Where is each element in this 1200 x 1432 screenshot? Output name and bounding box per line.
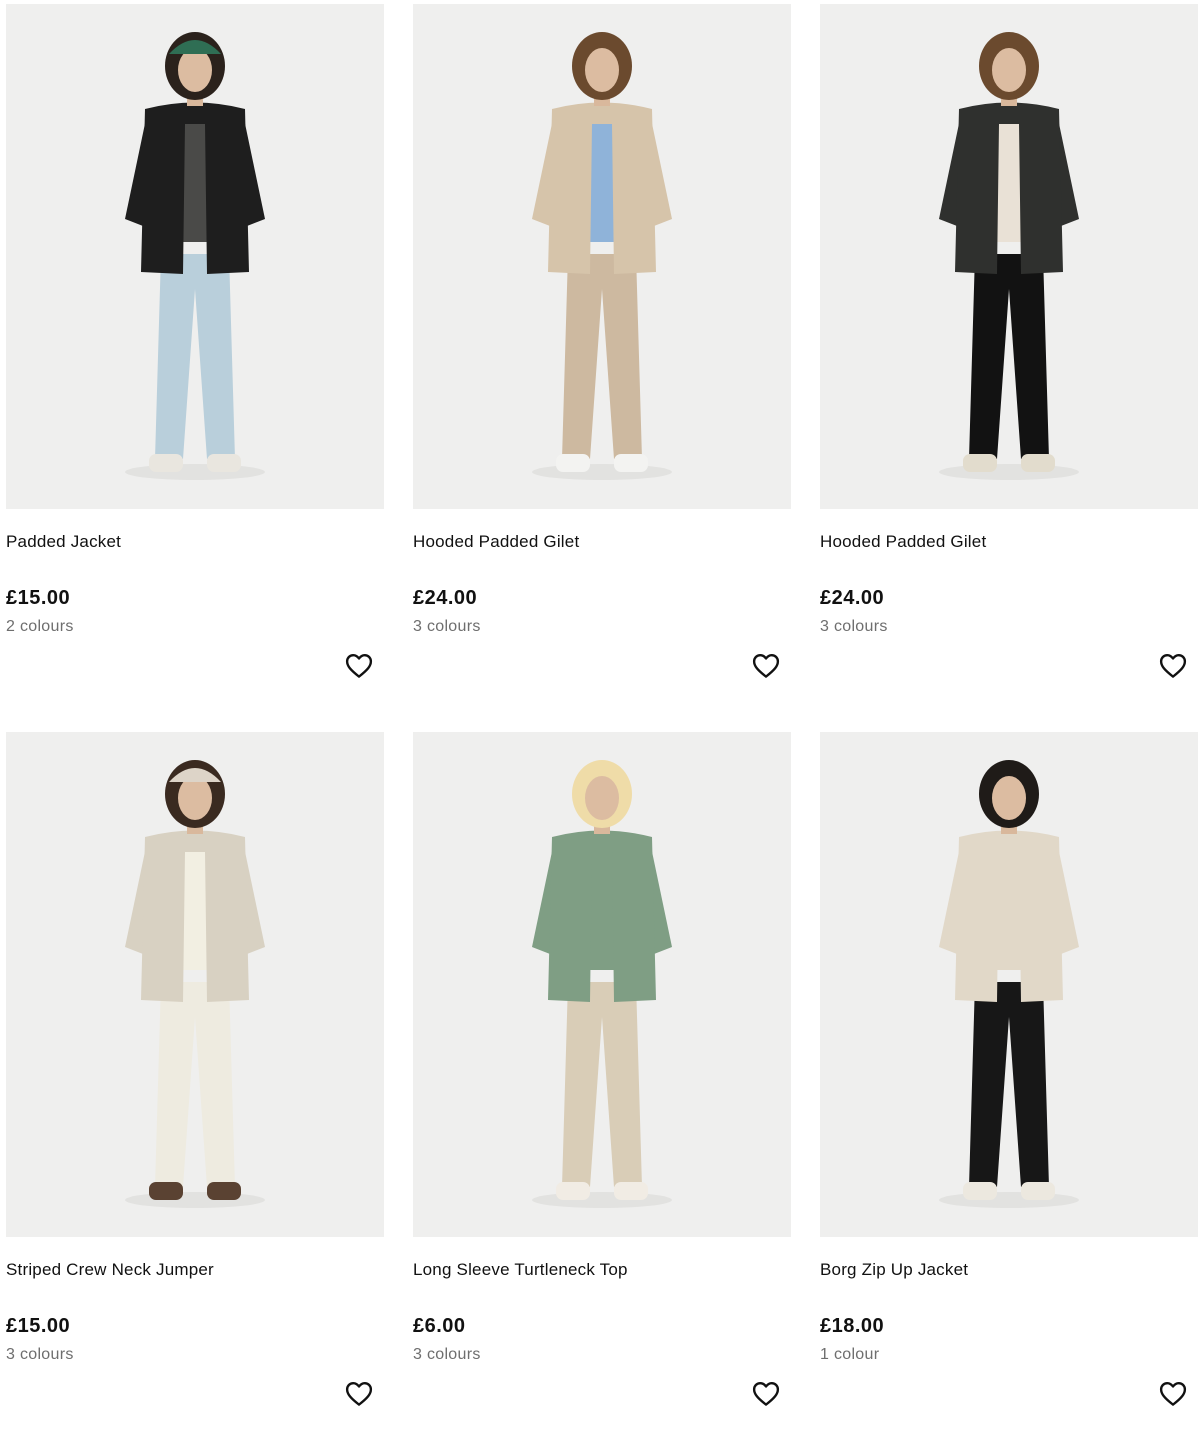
model-photo (532, 32, 672, 480)
product-image[interactable] (413, 4, 791, 509)
product-card[interactable]: Padded Jacket £15.00 2 colours (6, 4, 384, 704)
legs (155, 982, 235, 1187)
legs (562, 982, 642, 1187)
model-photo (939, 32, 1079, 480)
model-photo (532, 760, 672, 1208)
product-colours: 1 colour (820, 1346, 880, 1363)
product-name[interactable]: Striped Crew Neck Jumper (6, 1260, 214, 1280)
face (585, 48, 619, 92)
floor-shadow (939, 1192, 1079, 1208)
wishlist-button[interactable] (749, 1377, 783, 1411)
product-image[interactable] (413, 732, 791, 1237)
right-shoe (1021, 454, 1055, 472)
heart-outline-icon (752, 653, 780, 678)
product-colours: 2 colours (6, 618, 74, 635)
product-image[interactable] (6, 4, 384, 509)
floor-shadow (125, 464, 265, 480)
product-price: £18.00 (820, 1315, 885, 1337)
legs (969, 254, 1049, 459)
face (178, 48, 212, 92)
product-name[interactable]: Long Sleeve Turtleneck Top (413, 1260, 628, 1280)
product-image[interactable] (820, 732, 1198, 1237)
left-shoe (149, 1182, 183, 1200)
floor-shadow (125, 1192, 265, 1208)
face (992, 776, 1026, 820)
wishlist-button[interactable] (749, 649, 783, 683)
product-image[interactable] (6, 732, 384, 1237)
right-shoe (207, 454, 241, 472)
right-shoe (614, 454, 648, 472)
heart-outline-icon (345, 653, 373, 678)
product-card[interactable]: Long Sleeve Turtleneck Top £6.00 3 colou… (413, 732, 791, 1432)
right-shoe (614, 1182, 648, 1200)
product-card[interactable]: Hooded Padded Gilet £24.00 3 colours (820, 4, 1198, 704)
floor-shadow (939, 464, 1079, 480)
product-card[interactable]: Hooded Padded Gilet £24.00 3 colours (413, 4, 791, 704)
left-shoe (556, 1182, 590, 1200)
product-price: £6.00 (413, 1315, 466, 1337)
legs (562, 254, 642, 459)
right-shoe (1021, 1182, 1055, 1200)
left-shoe (556, 454, 590, 472)
legs (969, 982, 1049, 1187)
face (992, 48, 1026, 92)
model-photo (939, 760, 1079, 1208)
product-price: £24.00 (820, 587, 885, 609)
product-grid: Padded Jacket £15.00 2 colours Hooded Pa… (0, 0, 1200, 1406)
product-card[interactable]: Borg Zip Up Jacket £18.00 1 colour (820, 732, 1198, 1432)
product-price: £24.00 (413, 587, 478, 609)
product-colours: 3 colours (6, 1346, 74, 1363)
product-card[interactable]: Striped Crew Neck Jumper £15.00 3 colour… (6, 732, 384, 1432)
face (178, 776, 212, 820)
wishlist-button[interactable] (342, 649, 376, 683)
product-name[interactable]: Padded Jacket (6, 532, 121, 552)
product-colours: 3 colours (413, 1346, 481, 1363)
product-price: £15.00 (6, 1315, 71, 1337)
product-image[interactable] (820, 4, 1198, 509)
left-shoe (963, 454, 997, 472)
product-name[interactable]: Hooded Padded Gilet (413, 532, 579, 552)
product-colours: 3 colours (820, 618, 888, 635)
heart-outline-icon (1159, 653, 1187, 678)
floor-shadow (532, 464, 672, 480)
product-name[interactable]: Borg Zip Up Jacket (820, 1260, 968, 1280)
wishlist-button[interactable] (1156, 1377, 1190, 1411)
right-shoe (207, 1182, 241, 1200)
wishlist-button[interactable] (1156, 649, 1190, 683)
model-photo (125, 32, 265, 480)
product-name[interactable]: Hooded Padded Gilet (820, 532, 986, 552)
legs (155, 254, 235, 459)
floor-shadow (532, 1192, 672, 1208)
model-photo (125, 760, 265, 1208)
product-price: £15.00 (6, 587, 71, 609)
left-shoe (963, 1182, 997, 1200)
face (585, 776, 619, 820)
wishlist-button[interactable] (342, 1377, 376, 1411)
product-colours: 3 colours (413, 618, 481, 635)
left-shoe (149, 454, 183, 472)
